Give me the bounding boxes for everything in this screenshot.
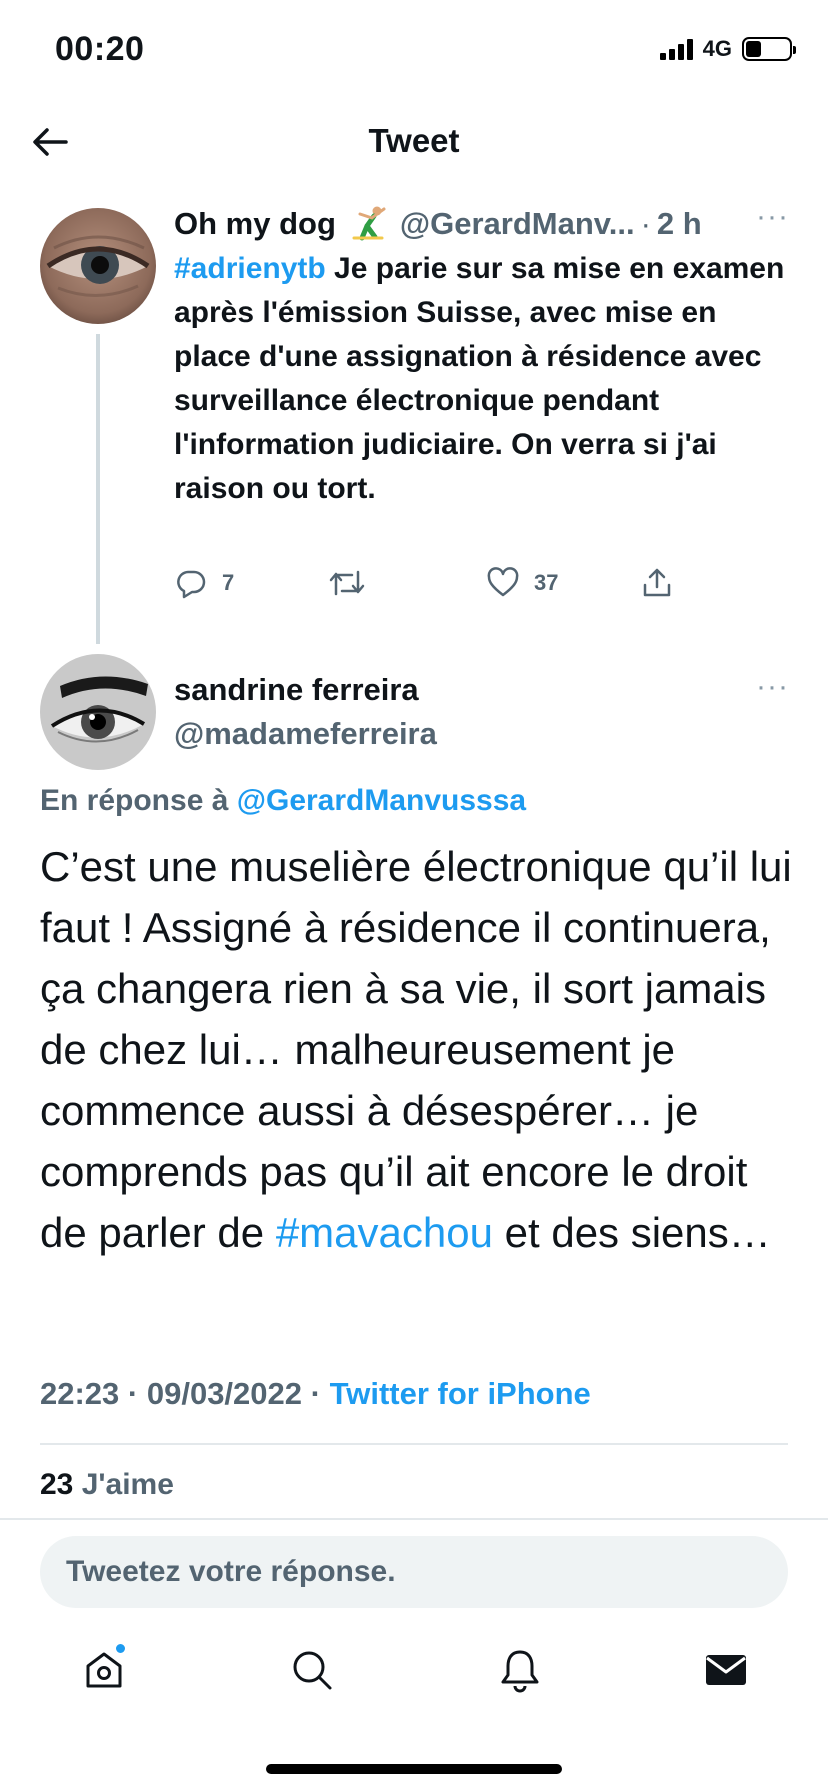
retweet-button[interactable] <box>328 566 366 600</box>
envelope-icon <box>706 1655 746 1685</box>
reply-icon <box>177 570 206 599</box>
retweet-icon <box>329 570 365 596</box>
tweet-body: Je parie sur sa mise en examen après l'é… <box>174 252 785 505</box>
avatar[interactable] <box>40 208 156 324</box>
thread-connector <box>96 334 100 644</box>
timestamp[interactable]: 2 h <box>657 206 702 242</box>
search-icon <box>293 1651 332 1690</box>
tweet-text: C’est une muselière électronique qu’il l… <box>40 836 800 1263</box>
tab-home[interactable] <box>74 1640 134 1700</box>
tweet-date[interactable]: 09/03/2022 <box>147 1376 302 1411</box>
gymnast-emoji-icon <box>348 204 388 244</box>
tweet-meta: 22:23 · 09/03/2022 · Twitter for iPhone <box>40 1376 591 1412</box>
reply-placeholder: Tweetez votre réponse. <box>66 1555 396 1588</box>
heart-icon <box>487 567 519 597</box>
reply-input[interactable]: Tweetez votre réponse. <box>40 1536 788 1608</box>
display-name[interactable]: sandrine ferreira <box>174 672 419 708</box>
signal-icon <box>659 38 693 60</box>
separator: · <box>119 1376 147 1411</box>
reply-count: 7 <box>222 570 235 595</box>
display-name[interactable]: Oh my dog <box>174 206 336 242</box>
handle[interactable]: @madameferreira <box>174 716 437 752</box>
home-indicator[interactable] <box>266 1764 562 1774</box>
tweet-header: Oh my dog @GerardManv... · 2 h <box>174 203 794 245</box>
avatar[interactable] <box>40 654 156 770</box>
status-bar: 00:20 4G <box>0 0 828 100</box>
status-time: 00:20 <box>55 30 145 68</box>
eye-avatar-image <box>40 654 156 770</box>
battery-icon <box>742 37 796 61</box>
share-icon <box>643 568 671 597</box>
mention-link[interactable]: @GerardManvusssa <box>237 784 526 817</box>
like-count: 23 <box>40 1468 74 1501</box>
handle[interactable]: @GerardManv... <box>400 206 635 242</box>
divider <box>0 1518 828 1520</box>
like-count: 37 <box>534 570 559 595</box>
likes-summary[interactable]: 23 J'aime <box>40 1468 174 1502</box>
reply-button[interactable]: 7 <box>174 566 234 600</box>
tweet-body: C’est une muselière électronique qu’il l… <box>40 843 792 1256</box>
tweet-text: #adrienytb Je parie sur sa mise en exame… <box>174 247 794 511</box>
tweet-actions: 7 37 <box>174 566 774 606</box>
likes-label: J'aime <box>73 1468 174 1501</box>
bell-icon <box>501 1650 539 1693</box>
replying-to-label: En réponse à <box>40 784 237 817</box>
page-title: Tweet <box>368 122 460 159</box>
notification-dot <box>114 1642 127 1655</box>
tab-notifications[interactable] <box>490 1640 550 1700</box>
tab-search[interactable] <box>282 1640 342 1700</box>
tweet-source[interactable]: Twitter for iPhone <box>330 1376 591 1411</box>
network-label: 4G <box>702 36 732 61</box>
replying-to: En réponse à @GerardManvusssa <box>40 784 526 818</box>
separator: · <box>640 206 651 241</box>
hashtag-link[interactable]: #mavachou <box>276 1209 493 1256</box>
more-options-button[interactable]: ··· <box>756 200 789 234</box>
eye-avatar-image <box>40 208 156 324</box>
hashtag-link[interactable]: #adrienytb <box>174 252 326 285</box>
header: Tweet <box>0 100 828 180</box>
divider <box>40 1443 788 1445</box>
separator: · <box>302 1376 330 1411</box>
tweet-time[interactable]: 22:23 <box>40 1376 119 1411</box>
more-options-button[interactable]: ··· <box>756 670 789 704</box>
tab-bar <box>0 1630 828 1720</box>
tweet-body-end: et des siens… <box>492 1209 771 1256</box>
parent-tweet[interactable]: Oh my dog @GerardManv... · 2 h #adrienyt… <box>174 203 794 511</box>
status-indicators: 4G <box>659 36 796 62</box>
share-button[interactable] <box>640 566 674 600</box>
like-button[interactable]: 37 <box>486 566 558 600</box>
tab-messages[interactable] <box>696 1640 756 1700</box>
